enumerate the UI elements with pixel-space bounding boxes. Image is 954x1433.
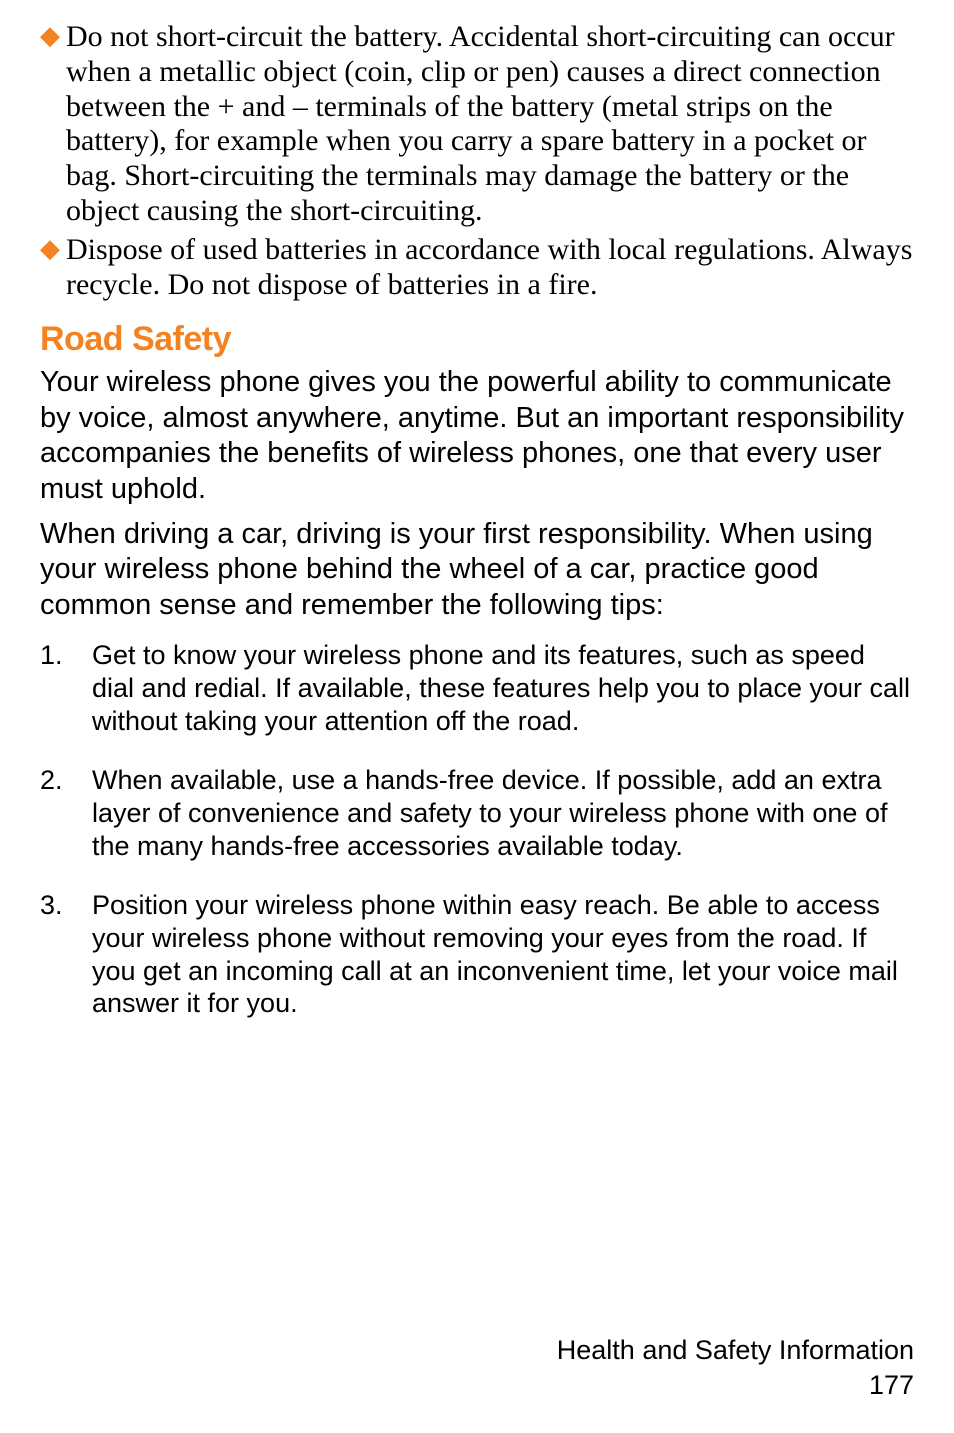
list-number: 1.: [40, 639, 92, 738]
bullet-text: Dispose of used batteries in accordance …: [66, 233, 914, 303]
numbered-item: 2. When available, use a hands-free devi…: [40, 764, 914, 863]
numbered-item: 3. Position your wireless phone within e…: [40, 889, 914, 1021]
footer-section-name: Health and Safety Information: [557, 1333, 914, 1368]
diamond-bullet-icon: ◆: [40, 233, 60, 303]
section-heading: Road Safety: [40, 320, 914, 359]
numbered-text: Get to know your wireless phone and its …: [92, 639, 914, 738]
page-footer: Health and Safety Information 177: [557, 1333, 914, 1403]
numbered-text: Position your wireless phone within easy…: [92, 889, 914, 1021]
body-paragraph: When driving a car, driving is your firs…: [40, 517, 914, 623]
numbered-list: 1. Get to know your wireless phone and i…: [40, 639, 914, 1020]
numbered-text: When available, use a hands-free device.…: [92, 764, 914, 863]
bullet-item: ◆ Dispose of used batteries in accordanc…: [40, 233, 914, 303]
body-paragraph: Your wireless phone gives you the powerf…: [40, 365, 914, 507]
bullet-item: ◆ Do not short-circuit the battery. Acci…: [40, 20, 914, 229]
diamond-bullet-icon: ◆: [40, 20, 60, 229]
numbered-item: 1. Get to know your wireless phone and i…: [40, 639, 914, 738]
list-number: 3.: [40, 889, 92, 1021]
bullet-list: ◆ Do not short-circuit the battery. Acci…: [40, 20, 914, 302]
list-number: 2.: [40, 764, 92, 863]
bullet-text: Do not short-circuit the battery. Accide…: [66, 20, 914, 229]
footer-page-number: 177: [557, 1368, 914, 1403]
